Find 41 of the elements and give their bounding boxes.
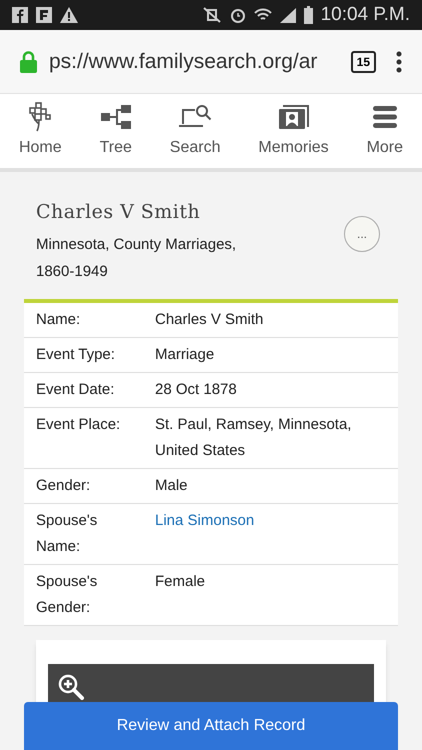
nav-item[interactable]: Home	[18, 102, 62, 160]
field-label: Spouse's Gender:	[36, 572, 98, 618]
field-label: Spouse's Name:	[36, 510, 98, 556]
menu-icon	[372, 105, 398, 129]
review-attach-button[interactable]: Review and Attach Record	[24, 702, 398, 750]
nav-item[interactable]: Search	[170, 102, 220, 160]
url-text[interactable]: ps://www.familysearch.org/ar	[49, 46, 331, 78]
photo-album-icon	[276, 104, 311, 130]
nav-item[interactable]: Memories	[258, 102, 329, 160]
field-label: Name:	[36, 310, 82, 330]
person-name: Charles V Smith	[36, 200, 202, 225]
pedigree-icon	[100, 104, 132, 130]
field-label: Gender:	[36, 476, 92, 496]
lock-icon	[20, 50, 37, 72]
vibrate-off-icon	[202, 6, 222, 24]
spouse-link[interactable]: Lina Simonson	[155, 508, 254, 534]
nav-item[interactable]: Tree	[100, 102, 132, 160]
laptop-search-icon	[178, 104, 212, 130]
zoom-in-icon[interactable]	[58, 674, 84, 700]
field-label: Event Type:	[36, 344, 116, 364]
overflow-menu-icon[interactable]	[396, 50, 402, 72]
signal-icon	[280, 7, 296, 23]
battery-icon	[304, 6, 313, 24]
options-button[interactable]: ...	[344, 216, 380, 252]
collection-title: Minnesota, County Marriages, 1860-1949	[36, 234, 238, 282]
tree-icon	[27, 102, 54, 132]
field-label: Event Place:	[36, 414, 122, 434]
field-value: Marriage	[155, 344, 216, 364]
clock: 10:04 P.M.	[320, 2, 410, 27]
tab-count-button[interactable]: 15	[350, 50, 376, 72]
field-value: Charles V Smith	[155, 310, 264, 330]
app-notification-icon	[36, 7, 52, 23]
field-label: Event Date:	[36, 380, 116, 400]
alarm-icon	[230, 6, 246, 24]
field-value: St. Paul, Ramsey, Minnesota, United States	[155, 414, 352, 460]
warning-icon	[60, 7, 78, 23]
field-value: Male	[155, 476, 189, 496]
field-value: 28 Oct 1878	[155, 380, 238, 400]
field-value: Female	[155, 572, 206, 592]
facebook-icon	[12, 7, 28, 23]
nav-item[interactable]: More	[366, 102, 404, 160]
